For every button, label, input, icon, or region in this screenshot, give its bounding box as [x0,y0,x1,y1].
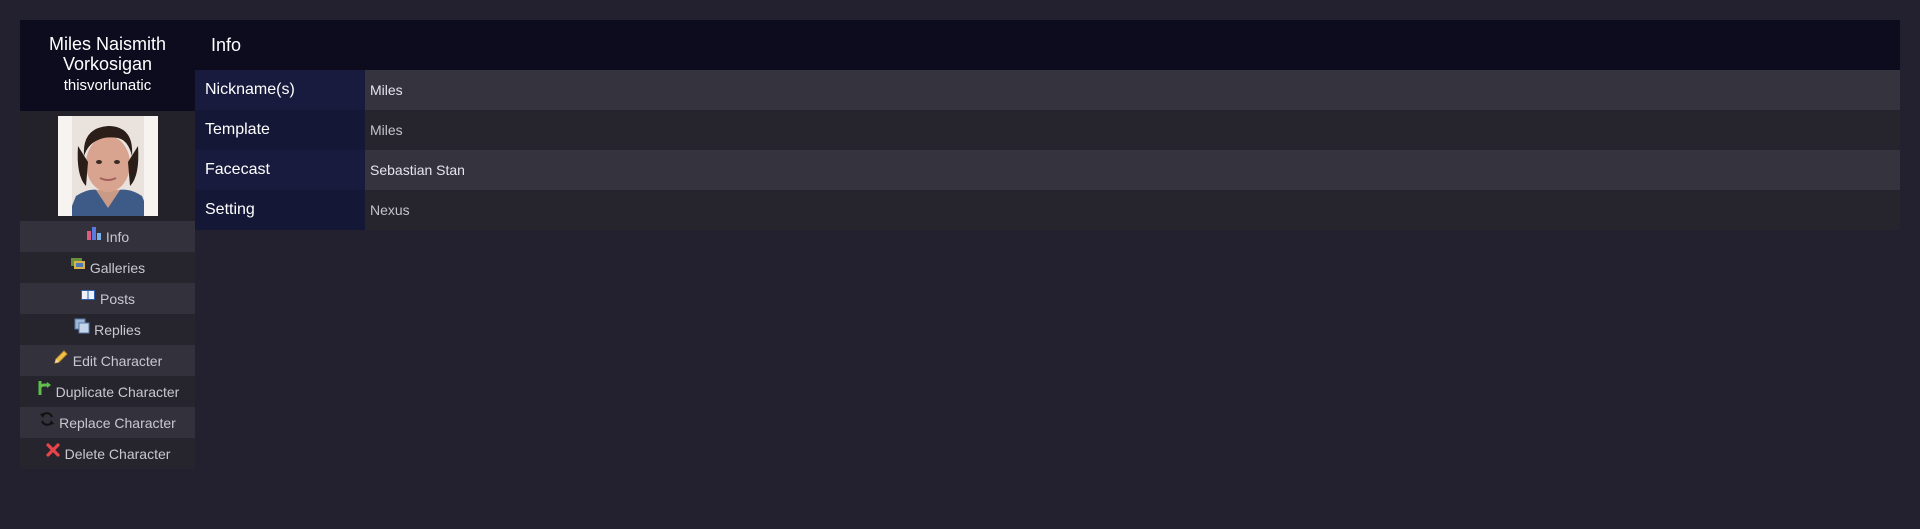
info-chart-icon [86,225,102,241]
menu-item-info[interactable]: Info [20,221,195,252]
avatar-container [20,111,195,221]
info-panel: Info Nickname(s) Miles Template Miles Fa… [195,20,1900,230]
character-sidebar: Miles Naismith Vorkosigan thisvorlunatic [20,20,195,469]
facecast-value: Sebastian Stan [365,150,1900,190]
info-table: Nickname(s) Miles Template Miles Facecas… [195,70,1900,230]
table-row: Facecast Sebastian Stan [195,150,1900,190]
table-row: Nickname(s) Miles [195,70,1900,110]
menu-item-label: Replace Character [59,414,176,431]
menu-item-label: Replies [94,321,141,338]
character-username[interactable]: thisvorlunatic [20,76,195,96]
template-label: Template [195,110,365,150]
facecast-label: Facecast [195,150,365,190]
template-value[interactable]: Miles [365,110,1900,150]
refresh-icon [39,411,55,427]
menu-item-label: Delete Character [64,445,171,462]
menu-item-label: Duplicate Character [55,383,180,400]
menu-item-galleries[interactable]: Galleries [20,252,195,283]
character-avatar[interactable] [57,116,158,216]
setting-value[interactable]: Nexus [365,190,1900,230]
menu-item-posts[interactable]: Posts [20,283,195,314]
table-row: Setting Nexus [195,190,1900,230]
menu-item-replace-character[interactable]: Replace Character [20,407,195,438]
nickname-label: Nickname(s) [195,70,365,110]
menu-item-label: Info [105,228,130,245]
nickname-value: Miles [365,70,1900,110]
avatar-portrait [57,116,158,216]
menu-item-replies[interactable]: Replies [20,314,195,345]
menu-item-label: Galleries [89,259,146,276]
setting-label: Setting [195,190,365,230]
character-menu: Info Galleries Posts Replies Edit Charac… [20,221,195,469]
page-title: Info [195,20,1900,70]
table-row: Template Miles [195,110,1900,150]
delete-x-icon [45,442,61,458]
menu-item-duplicate-character[interactable]: Duplicate Character [20,376,195,407]
replies-icon [74,318,90,334]
galleries-icon [70,256,86,272]
book-icon [80,287,96,303]
menu-item-label: Edit Character [72,352,163,369]
character-name: Miles Naismith Vorkosigan [48,34,167,74]
menu-item-label: Posts [99,290,135,307]
menu-item-delete-character[interactable]: Delete Character [20,438,195,469]
pencil-icon [53,349,69,365]
character-header: Miles Naismith Vorkosigan thisvorlunatic [20,20,195,111]
branch-icon [36,380,52,396]
menu-item-edit-character[interactable]: Edit Character [20,345,195,376]
